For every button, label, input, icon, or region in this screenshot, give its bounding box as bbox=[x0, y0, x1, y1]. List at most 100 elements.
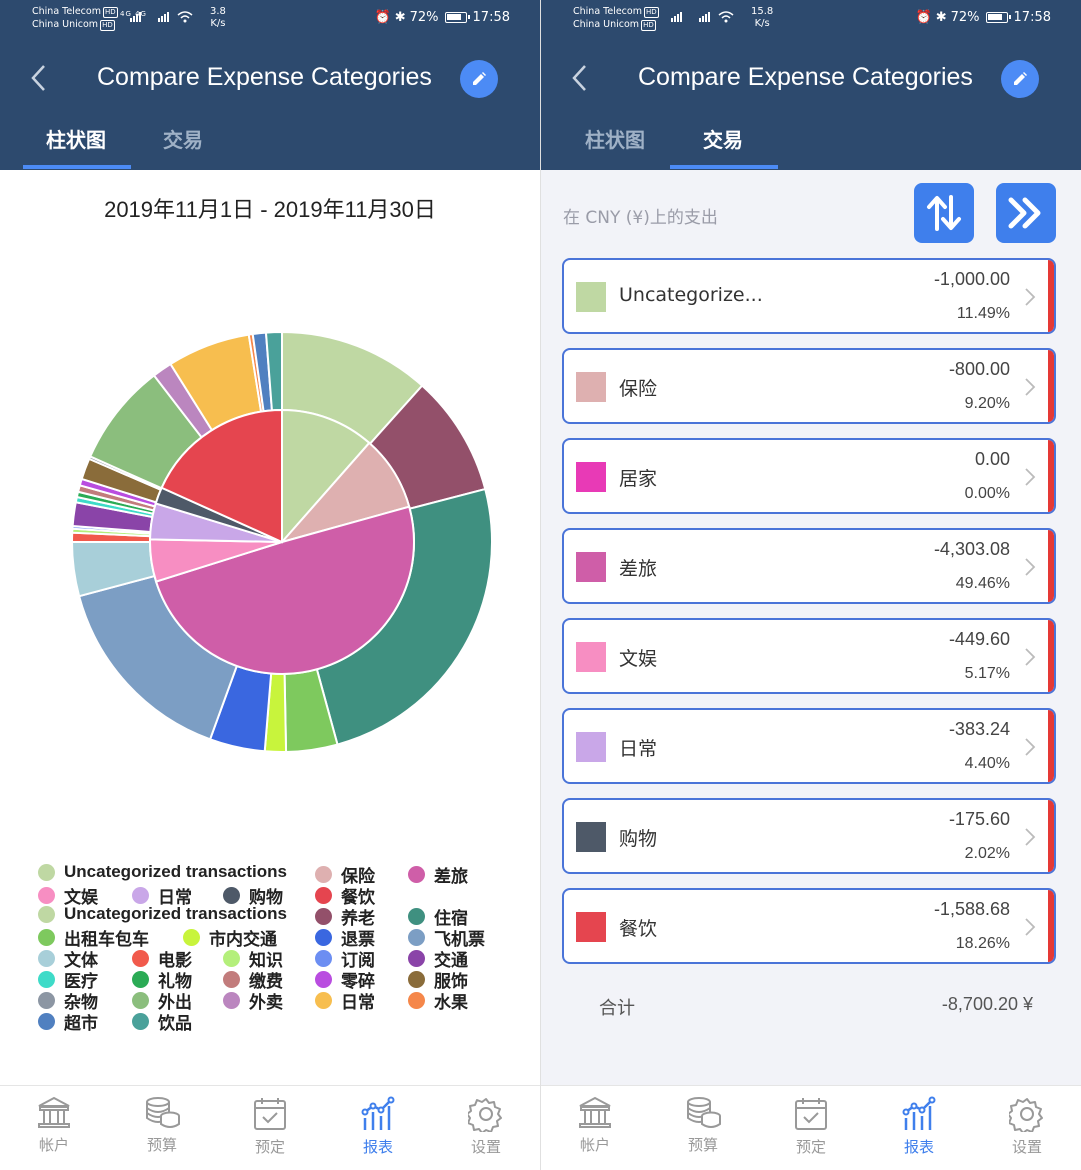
tab-bar-chart[interactable]: 柱状图 bbox=[585, 124, 645, 153]
nav-item-0[interactable]: 帐户 bbox=[19, 1096, 89, 1155]
nav-label: 帐户 bbox=[579, 1136, 610, 1154]
nav-item-2[interactable]: 预定 bbox=[235, 1096, 305, 1157]
sort-button[interactable] bbox=[914, 183, 974, 243]
hd-badge: HD bbox=[643, 7, 659, 18]
battery-icon bbox=[985, 12, 1011, 23]
legend-swatch bbox=[183, 929, 200, 946]
legend-swatch bbox=[223, 887, 240, 904]
chevron-right-icon bbox=[1025, 738, 1036, 756]
hd-badge: HD bbox=[641, 20, 656, 31]
coins-icon bbox=[668, 1096, 738, 1130]
legend-swatch bbox=[315, 908, 332, 925]
tab-indicator bbox=[670, 165, 778, 169]
carrier-2: China Unicom bbox=[32, 19, 99, 30]
bank-icon bbox=[560, 1096, 630, 1130]
carrier-2: China Unicom bbox=[573, 19, 640, 30]
expense-pie-chart[interactable] bbox=[60, 320, 505, 765]
bluetooth-icon: ✱ bbox=[935, 10, 947, 25]
coins-icon bbox=[127, 1096, 197, 1130]
legend-label: Uncategorized transactions bbox=[64, 862, 287, 881]
category-swatch bbox=[576, 822, 606, 852]
nav-item-4[interactable]: 设置 bbox=[451, 1096, 521, 1157]
category-percent: 9.20% bbox=[964, 395, 1010, 412]
chart-legend: Uncategorized transactions 保险 差旅 文娱 日常 购物 餐饮 Un… bbox=[38, 862, 508, 1033]
legend-row: 文娱 日常 购物 餐饮 bbox=[38, 883, 508, 907]
nav-label: 预算 bbox=[687, 1136, 718, 1154]
category-percent: 4.40% bbox=[964, 755, 1010, 772]
carrier-1: China Telecom bbox=[573, 6, 642, 17]
category-swatch bbox=[576, 552, 606, 582]
category-row[interactable]: 居家 0.00 0.00% bbox=[562, 438, 1056, 514]
category-row[interactable]: 保险 -800.00 9.20% bbox=[562, 348, 1056, 424]
tab-transactions[interactable]: 交易 bbox=[703, 124, 743, 153]
carrier-info: China Telecom HD China Unicom HD bbox=[32, 5, 118, 31]
row-accent-bar bbox=[1048, 890, 1054, 962]
nav-item-1[interactable]: 预算 bbox=[127, 1096, 197, 1155]
legend-item[interactable]: Uncategorized transactions bbox=[38, 904, 287, 924]
category-swatch bbox=[576, 642, 606, 672]
chevron-right-icon bbox=[1025, 468, 1036, 486]
legend-swatch bbox=[408, 866, 425, 883]
legend-swatch bbox=[132, 887, 149, 904]
nav-item-0[interactable]: 帐户 bbox=[560, 1096, 630, 1155]
legend-item[interactable]: Uncategorized transactions bbox=[38, 862, 287, 882]
legend-swatch bbox=[38, 992, 55, 1009]
nav-label: 预定 bbox=[254, 1138, 285, 1156]
nav-item-4[interactable]: 设置 bbox=[992, 1096, 1062, 1157]
category-row[interactable]: 餐饮 -1,588.68 18.26% bbox=[562, 888, 1056, 964]
legend-swatch bbox=[132, 971, 149, 988]
legend-row: 医疗 礼物 缴费 零碎 服饰 bbox=[38, 967, 508, 991]
chevron-right-icon bbox=[1025, 828, 1036, 846]
nav-item-2[interactable]: 预定 bbox=[776, 1096, 846, 1157]
category-amount: 0.00 bbox=[974, 449, 1010, 469]
category-name: 居家 bbox=[619, 468, 658, 490]
category-row[interactable]: Uncategorize... -1,000.00 11.49% bbox=[562, 258, 1056, 334]
tab-transactions[interactable]: 交易 bbox=[163, 124, 203, 153]
nav-item-1[interactable]: 预算 bbox=[668, 1096, 738, 1155]
battery-percent: 72% bbox=[409, 10, 439, 25]
legend-row: 文体 电影 知识 订阅 交通 bbox=[38, 946, 508, 970]
chevron-right-icon bbox=[1025, 918, 1036, 936]
legend-item[interactable]: 超市 bbox=[38, 1009, 98, 1034]
legend-label: Uncategorized transactions bbox=[64, 904, 287, 923]
category-amount: -800.00 bbox=[948, 359, 1010, 379]
category-name: 购物 bbox=[619, 828, 658, 850]
legend-swatch bbox=[315, 887, 332, 904]
category-row[interactable]: 日常 -383.24 4.40% bbox=[562, 708, 1056, 784]
category-row[interactable]: 购物 -175.60 2.02% bbox=[562, 798, 1056, 874]
total-label: 合计 bbox=[599, 998, 635, 1019]
legend-row: Uncategorized transactions 保险 差旅 bbox=[38, 862, 508, 886]
edit-button[interactable] bbox=[1001, 60, 1039, 98]
row-accent-bar bbox=[1048, 710, 1054, 782]
page-title: Compare Expense Categories bbox=[97, 63, 432, 91]
pencil-icon bbox=[1014, 72, 1027, 85]
nav-item-3[interactable]: 报表 bbox=[884, 1096, 954, 1157]
clock: 17:58 bbox=[1013, 10, 1051, 25]
category-percent: 11.49% bbox=[956, 305, 1010, 322]
legend-label: 饮品 bbox=[158, 1014, 192, 1033]
category-name: 日常 bbox=[619, 738, 658, 760]
legend-swatch bbox=[223, 971, 240, 988]
expand-button[interactable] bbox=[996, 183, 1056, 243]
alarm-icon: ⏰ bbox=[374, 10, 391, 25]
edit-button[interactable] bbox=[460, 60, 498, 98]
category-swatch bbox=[576, 372, 606, 402]
back-arrow-icon[interactable] bbox=[569, 62, 591, 94]
net-speed: 3.8 K/s bbox=[210, 6, 226, 29]
category-row[interactable]: 差旅 -4,303.08 49.46% bbox=[562, 528, 1056, 604]
nav-label: 设置 bbox=[470, 1138, 501, 1156]
legend-row: 出租车包车 市内交通 退票 飞机票 bbox=[38, 925, 508, 949]
bluetooth-icon: ✱ bbox=[394, 10, 406, 25]
tab-bar-chart[interactable]: 柱状图 bbox=[46, 124, 106, 153]
legend-item[interactable]: 饮品 bbox=[132, 1009, 192, 1034]
legend-swatch bbox=[38, 887, 55, 904]
category-amount: -175.60 bbox=[948, 809, 1010, 829]
nav-label: 报表 bbox=[903, 1138, 934, 1156]
double-chevron-right-icon bbox=[1008, 197, 1041, 229]
category-name: 保险 bbox=[619, 378, 658, 400]
category-amount: -1,588.68 bbox=[933, 899, 1010, 919]
back-arrow-icon[interactable] bbox=[28, 62, 50, 94]
nav-item-3[interactable]: 报表 bbox=[343, 1096, 413, 1157]
category-row[interactable]: 文娱 -449.60 5.17% bbox=[562, 618, 1056, 694]
net-speed: 15.8 K/s bbox=[751, 6, 774, 29]
